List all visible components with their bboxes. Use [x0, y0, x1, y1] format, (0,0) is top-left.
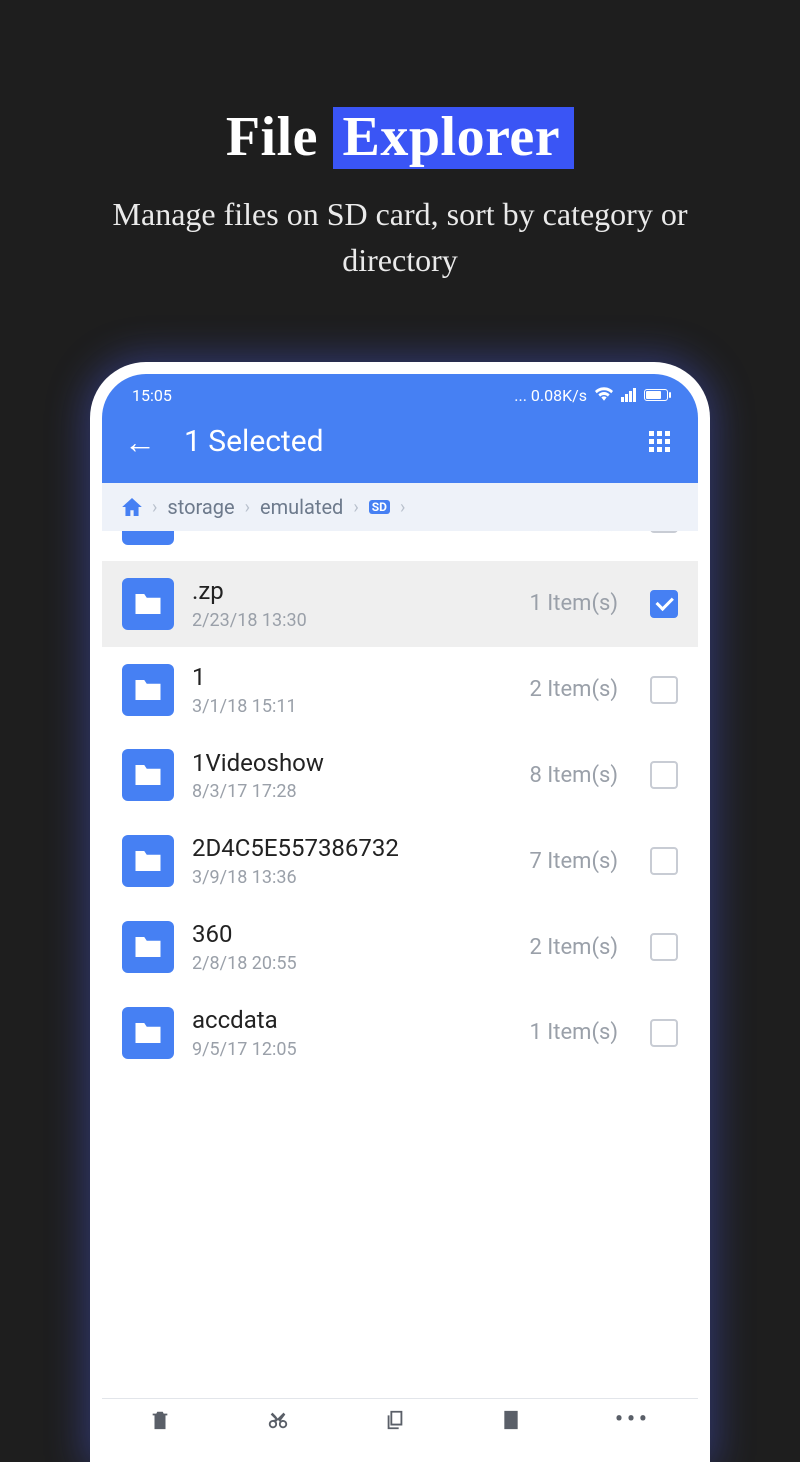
file-name: accdata	[192, 1006, 511, 1035]
cut-button[interactable]	[266, 1409, 290, 1431]
file-name: 1	[192, 663, 511, 692]
breadcrumb[interactable]: › storage › emulated › SD ›	[102, 483, 698, 531]
file-item-count: 1 Item(s)	[529, 1020, 618, 1045]
delete-button[interactable]	[149, 1409, 171, 1431]
sd-badge[interactable]: SD	[369, 500, 390, 514]
phone-frame: 15:05 ... 0.08K/s ← 1 Selected	[90, 362, 710, 1462]
file-info: 1Videoshow 8/3/17 17:28	[192, 749, 511, 803]
home-icon[interactable]	[122, 498, 142, 516]
hero-title: File Explorer	[0, 105, 800, 169]
status-time: 15:05	[132, 386, 172, 405]
file-date: 2/23/18 13:30	[192, 610, 511, 631]
back-button[interactable]: ←	[124, 426, 156, 458]
file-checkbox[interactable]	[650, 531, 678, 533]
file-item-count: 1 Item(s)	[529, 591, 618, 616]
file-row[interactable]: 1Videoshow 8/3/17 17:28 8 Item(s)	[102, 733, 698, 819]
file-row[interactable]: 2D4C5E557386732 3/9/18 13:36 7 Item(s)	[102, 818, 698, 904]
chevron-right-icon: ›	[152, 497, 157, 518]
view-grid-button[interactable]	[649, 431, 670, 452]
file-info: .zp 2/23/18 13:30	[192, 577, 511, 631]
battery-icon	[644, 389, 668, 401]
file-item-count: 2 Item(s)	[529, 677, 618, 702]
file-info: 360 2/8/18 20:55	[192, 920, 511, 974]
chevron-right-icon: ›	[400, 497, 405, 518]
file-date: 6/16/17 11:52	[192, 531, 511, 532]
file-info: 6/16/17 11:52	[192, 531, 511, 532]
file-checkbox[interactable]	[650, 847, 678, 875]
file-row[interactable]: 1 3/1/18 15:11 2 Item(s)	[102, 647, 698, 733]
appbar-container: 15:05 ... 0.08K/s ← 1 Selected	[102, 374, 698, 483]
folder-icon	[122, 835, 174, 887]
folder-icon	[122, 664, 174, 716]
chevron-right-icon: ›	[245, 497, 250, 518]
file-item-count: 2 Item(s)	[529, 935, 618, 960]
folder-icon	[122, 749, 174, 801]
signal-icon	[621, 388, 636, 402]
status-bar: 15:05 ... 0.08K/s	[102, 374, 698, 410]
file-row[interactable]: 6/16/17 11:52 2 Item(s)	[102, 531, 698, 561]
file-date: 3/1/18 15:11	[192, 696, 511, 717]
file-date: 3/9/18 13:36	[192, 867, 511, 888]
file-item-count: 8 Item(s)	[529, 763, 618, 788]
file-row[interactable]: 360 2/8/18 20:55 2 Item(s)	[102, 904, 698, 990]
folder-icon	[122, 1007, 174, 1059]
folder-icon	[122, 578, 174, 630]
file-date: 2/8/18 20:55	[192, 953, 511, 974]
phone-screen: 15:05 ... 0.08K/s ← 1 Selected	[102, 374, 698, 1450]
file-info: 1 3/1/18 15:11	[192, 663, 511, 717]
copy-button[interactable]	[384, 1409, 406, 1431]
folder-icon	[122, 921, 174, 973]
file-checkbox[interactable]	[650, 676, 678, 704]
file-row[interactable]: accdata 9/5/17 12:05 1 Item(s)	[102, 990, 698, 1076]
file-checkbox[interactable]	[650, 1019, 678, 1047]
file-date: 8/3/17 17:28	[192, 781, 511, 802]
file-name: 2D4C5E557386732	[192, 834, 511, 863]
file-info: 2D4C5E557386732 3/9/18 13:36	[192, 834, 511, 888]
hero: File Explorer Manage files on SD card, s…	[0, 0, 800, 284]
file-name: 360	[192, 920, 511, 949]
file-checkbox[interactable]	[650, 761, 678, 789]
breadcrumb-item[interactable]: storage	[167, 495, 234, 519]
file-date: 9/5/17 12:05	[192, 1039, 511, 1060]
file-row[interactable]: .zp 2/23/18 13:30 1 Item(s)	[102, 561, 698, 647]
file-name: .zp	[192, 577, 511, 606]
file-name: 1Videoshow	[192, 749, 511, 778]
file-checkbox[interactable]	[650, 590, 678, 618]
file-list[interactable]: 6/16/17 11:52 2 Item(s) .zp 2/23/18 13:30 1 …	[102, 531, 698, 1398]
file-item-count: 2 Item(s)	[529, 531, 618, 532]
folder-icon	[122, 531, 174, 545]
appbar-title: 1 Selected	[184, 424, 649, 459]
wifi-icon	[595, 386, 613, 405]
file-info: accdata 9/5/17 12:05	[192, 1006, 511, 1060]
file-item-count: 7 Item(s)	[529, 849, 618, 874]
file-checkbox[interactable]	[650, 933, 678, 961]
bottom-action-bar: •••	[102, 1398, 698, 1450]
hero-title-highlight: Explorer	[333, 107, 575, 169]
compress-button[interactable]	[501, 1409, 521, 1431]
more-button[interactable]: •••	[615, 1409, 651, 1431]
hero-subtitle: Manage files on SD card, sort by categor…	[0, 191, 800, 284]
status-netspeed: ... 0.08K/s	[514, 386, 587, 405]
app-bar: ← 1 Selected	[102, 410, 698, 483]
hero-title-file: File	[226, 106, 318, 168]
breadcrumb-item[interactable]: emulated	[260, 495, 343, 519]
chevron-right-icon: ›	[353, 497, 358, 518]
